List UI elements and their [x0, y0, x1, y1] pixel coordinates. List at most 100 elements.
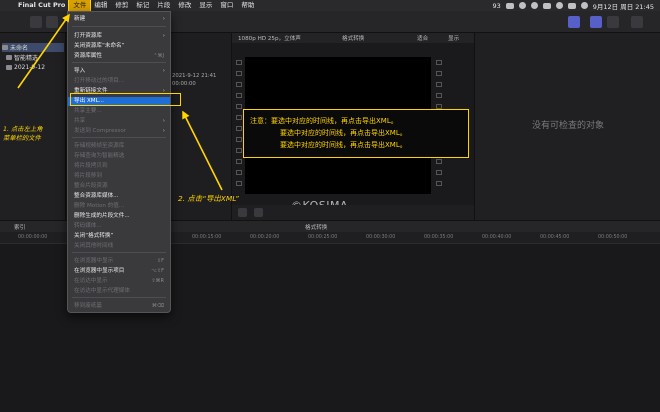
menu-item[interactable]: 将片段拷贝到 [68, 162, 170, 171]
submenu-chevron-icon: › [162, 118, 165, 124]
viewer-zoom[interactable]: 适合 [417, 34, 428, 42]
ruler-tick-label: 00:00:00:00 [18, 235, 48, 240]
layout-icon-b[interactable] [590, 16, 602, 28]
submenu-chevron-icon: › [162, 33, 165, 39]
ruler-tick-label: 00:00:30:00 [366, 235, 396, 240]
menu-item[interactable]: 打开移动过的项目... [68, 77, 170, 86]
spotlight-icon[interactable] [580, 2, 588, 9]
menubar-clock[interactable]: 9月12日 周日 21:45 [593, 1, 654, 11]
event-item[interactable]: 2021-9-12 [6, 63, 45, 72]
menu-trim[interactable]: 修剪 [111, 0, 132, 11]
submenu-chevron-icon: › [162, 128, 165, 134]
menu-item[interactable]: 新建 › [68, 15, 170, 24]
folder-icon [6, 55, 12, 60]
ruler-tick-label: 00:00:40:00 [482, 235, 512, 240]
menu-item[interactable]: 资源库属性 ⌃⌘J [68, 52, 170, 61]
menu-item[interactable]: 将片段移到 [68, 172, 170, 181]
menu-item[interactable]: 导入 › [68, 67, 170, 76]
status-icon-a[interactable] [518, 2, 526, 9]
sprocket-hole [236, 60, 242, 65]
menu-help[interactable]: 帮助 [237, 0, 258, 11]
ruler-tick-label: 00:00:20:00 [250, 235, 280, 240]
menu-item[interactable]: 关闭其他时间线 [68, 242, 170, 251]
menu-item[interactable]: 删除 Motion 的值... [68, 202, 170, 211]
menu-item[interactable]: 存储视频帧至资源库 [68, 142, 170, 151]
menu-modify[interactable]: 修改 [174, 0, 195, 11]
timeline-index-button[interactable]: 索引 [14, 223, 25, 231]
library-item[interactable]: 未命名 [2, 43, 64, 52]
menu-mark[interactable]: 标记 [132, 0, 153, 11]
menu-item-label: 将片段拷贝到 [74, 163, 108, 169]
sprocket-hole [436, 82, 442, 87]
menu-item[interactable]: 存储查询为智能精选 [68, 152, 170, 161]
menu-item[interactable]: 转码媒体... [68, 222, 170, 231]
menu-item[interactable]: 共享 › [68, 117, 170, 126]
menu-item[interactable]: 删除生成的片段文件... [68, 212, 170, 221]
sprocket-hole [436, 93, 442, 98]
menu-item[interactable]: 在访达中显示 ⇧⌘R [68, 277, 170, 286]
menu-item[interactable]: 整合资源库媒体... [68, 192, 170, 201]
menu-item[interactable]: 打开资源库 › [68, 32, 170, 41]
transform-tool-icon[interactable] [254, 208, 263, 217]
menu-item[interactable]: 关闭“格式转换” [68, 232, 170, 241]
menu-item-label: 在浏览器中显示 [74, 258, 114, 264]
note-line-1: 注意：要选中对应的时间线，再点击导出XML。 [250, 117, 398, 125]
status-area: 93 9月12日 周日 21:45 [492, 1, 660, 11]
layout-icon-c[interactable] [607, 16, 619, 28]
menu-item-label: 关闭“格式转换” [74, 233, 114, 239]
sprocket-hole [236, 93, 242, 98]
menu-item-label: 导入 [74, 68, 86, 74]
layout-icon-a[interactable] [568, 16, 580, 28]
status-icon-c[interactable] [542, 2, 551, 9]
event-label: 2021-9-12 [14, 64, 46, 71]
menu-shortcut: ⇧⌘R [151, 278, 164, 284]
sprocket-hole [236, 126, 242, 131]
menu-item[interactable]: 共享主要... [68, 107, 170, 116]
menu-file[interactable]: 文件 [68, 0, 92, 12]
menu-item[interactable]: 移到废纸篓 ⌘⌫ [68, 302, 170, 311]
battery-icon[interactable] [505, 2, 514, 9]
clip-duration: 00:00:00 [172, 81, 196, 87]
menu-separator [72, 297, 166, 298]
menu-clip[interactable]: 片段 [153, 0, 174, 11]
wifi-icon[interactable] [555, 2, 563, 9]
menu-shortcut: ⌘⌫ [151, 303, 164, 309]
ruler-tick-label: 00:00:45:00 [540, 235, 570, 240]
battery-percent: 93 [492, 1, 501, 10]
menu-view[interactable]: 显示 [195, 0, 216, 11]
sprocket-hole [436, 159, 442, 164]
control-center-icon[interactable] [567, 2, 576, 9]
menu-item[interactable]: 在浏览器中显示 ⇧F [68, 257, 170, 266]
share-icon[interactable] [631, 16, 643, 28]
smart-collection-item[interactable]: 智能精选 [6, 53, 38, 62]
menu-item[interactable]: 在浏览器中显示项目 ⌥⇧F [68, 267, 170, 276]
select-tool-icon[interactable] [238, 208, 247, 217]
status-icon-b[interactable] [530, 2, 538, 9]
ruler-tick-label: 00:00:25:00 [308, 235, 338, 240]
menu-item[interactable]: 关闭资源库“未命名” [68, 42, 170, 51]
event-icon [6, 65, 12, 70]
viewer-display[interactable]: 显示 [448, 34, 459, 42]
menu-item-label: 在浏览器中显示项目 [74, 268, 125, 274]
menu-separator [72, 26, 166, 27]
menu-item[interactable]: 在访达中显示代理媒体 [68, 287, 170, 296]
menu-item[interactable]: 发送到 Compressor › [68, 127, 170, 136]
sprocket-hole [236, 148, 242, 153]
menu-item-label: 发送到 Compressor [74, 128, 127, 134]
menu-edit[interactable]: 编辑 [90, 0, 111, 11]
menu-item[interactable]: 整合片段资源 [68, 182, 170, 191]
note-box: 注意：要选中对应的时间线，再点击导出XML。 要选中对应的时间线，再点击导出XM… [243, 109, 469, 158]
menu-shortcut: ⌥⇧F [151, 268, 164, 274]
import-icon[interactable] [46, 16, 58, 28]
menu-app-name[interactable]: Final Cut Pro [14, 0, 69, 11]
smart-collection-label: 智能精选 [14, 55, 39, 62]
menu-item-label: 删除生成的片段文件... [74, 213, 130, 219]
inspector: 没有可检查的对象 [474, 33, 660, 220]
sprocket-hole [236, 115, 242, 120]
ruler-tick-label: 00:00:35:00 [424, 235, 454, 240]
viewer-format: 1080p HD 25p，立体声 [238, 36, 301, 42]
sprocket-hole [436, 60, 442, 65]
library-toggle-icon[interactable] [30, 16, 42, 28]
menu-window[interactable]: 窗口 [216, 0, 237, 11]
menu-item-label: 资源库属性 [74, 53, 102, 59]
